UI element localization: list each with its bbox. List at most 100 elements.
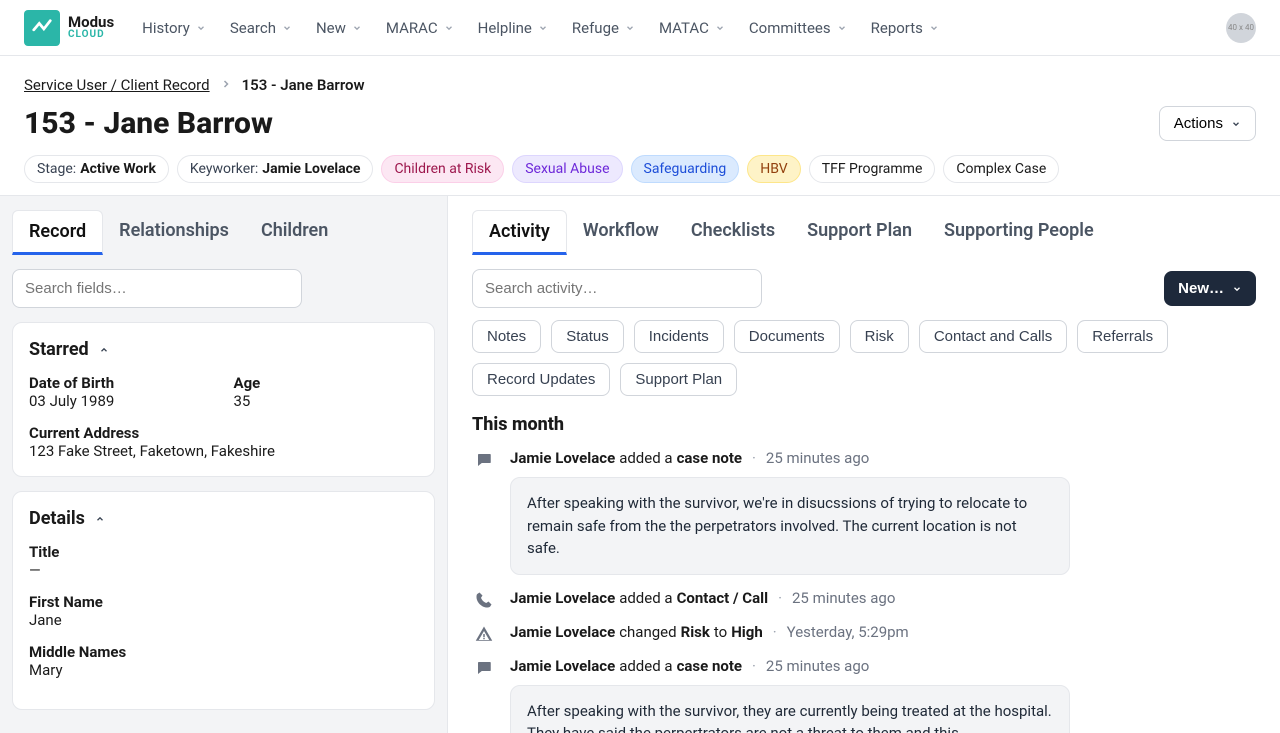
filter-chip-support-plan[interactable]: Support Plan — [620, 363, 737, 396]
chevron-down-icon — [1232, 284, 1242, 294]
activity-section-heading: This month — [472, 414, 1256, 435]
filter-chip-contact-and-calls[interactable]: Contact and Calls — [919, 320, 1067, 353]
case-note-body: After speaking with the survivor, we're … — [510, 477, 1070, 575]
activity-line: Jamie Lovelace added a case note·25 minu… — [510, 657, 1256, 675]
detail-field: Middle NamesMary — [29, 643, 418, 679]
address-field: Current Address 123 Fake Street, Faketow… — [29, 424, 418, 460]
tag-row: Stage: Active Work Keyworker: Jamie Love… — [24, 155, 1256, 183]
flag-tag: TFF Programme — [809, 155, 936, 183]
flag-tag: Sexual Abuse — [512, 155, 622, 183]
nav-item-matac[interactable]: MATAC — [659, 19, 725, 37]
filter-chip-record-updates[interactable]: Record Updates — [472, 363, 610, 396]
logo-mark-icon — [24, 10, 60, 46]
chevron-down-icon — [837, 19, 847, 37]
nav-links: History Search New MARAC Helpline Refuge MATAC… — [142, 19, 1226, 37]
chevron-down-icon — [444, 19, 454, 37]
starred-card: Starred Date of Birth 03 July 1989 Age 3… — [12, 322, 435, 477]
nav-item-new[interactable]: New — [316, 19, 362, 37]
activity-item: Jamie Lovelace added a case note·25 minu… — [472, 657, 1256, 733]
tab-support-plan[interactable]: Support Plan — [791, 210, 928, 255]
breadcrumb-current: 153 - Jane Barrow — [242, 76, 365, 94]
detail-field: Title— — [29, 543, 418, 579]
filter-chip-incidents[interactable]: Incidents — [634, 320, 724, 353]
chevron-down-icon — [352, 19, 362, 37]
chevron-down-icon — [538, 19, 548, 37]
activity-item: Jamie Lovelace added a Contact / Call·25… — [472, 589, 1256, 609]
activity-item: Jamie Lovelace changed Risk to High·Yest… — [472, 623, 1256, 643]
chevron-up-icon — [95, 514, 105, 524]
right-pane: ActivityWorkflowChecklistsSupport PlanSu… — [448, 196, 1280, 733]
nav-item-reports[interactable]: Reports — [871, 19, 939, 37]
new-button[interactable]: New… — [1164, 271, 1256, 306]
breadcrumb: Service User / Client Record 153 - Jane … — [24, 76, 1256, 94]
left-pane: RecordRelationshipsChildren Starred Date… — [0, 196, 448, 733]
main-split: RecordRelationshipsChildren Starred Date… — [0, 195, 1280, 733]
page-header: Service User / Client Record 153 - Jane … — [0, 56, 1280, 195]
search-fields-input[interactable] — [12, 269, 302, 308]
chevron-down-icon — [1231, 119, 1241, 129]
tab-supporting-people[interactable]: Supporting People — [928, 210, 1110, 255]
filter-chip-notes[interactable]: Notes — [472, 320, 541, 353]
filter-chip-risk[interactable]: Risk — [850, 320, 909, 353]
tab-relationships[interactable]: Relationships — [103, 210, 245, 255]
details-card: Details Title— First NameJane Middle Names… — [12, 491, 435, 710]
activity-line: Jamie Lovelace changed Risk to High·Yest… — [510, 623, 1256, 641]
chevron-right-icon — [220, 76, 232, 94]
flag-tag: HBV — [747, 155, 800, 183]
nav-item-search[interactable]: Search — [230, 19, 292, 37]
chevron-down-icon — [282, 19, 292, 37]
nav-item-history[interactable]: History — [142, 19, 206, 37]
stage-tag: Stage: Active Work — [24, 155, 169, 183]
activity-toolbar: New… — [472, 269, 1256, 308]
tab-activity[interactable]: Activity — [472, 210, 567, 255]
left-tabs: RecordRelationshipsChildren — [12, 210, 435, 255]
nav-item-committees[interactable]: Committees — [749, 19, 847, 37]
actions-button-label: Actions — [1174, 115, 1223, 132]
nav-item-helpline[interactable]: Helpline — [478, 19, 548, 37]
tab-workflow[interactable]: Workflow — [567, 210, 675, 255]
flag-tag: Complex Case — [943, 155, 1059, 183]
starred-title: Starred — [29, 339, 89, 360]
activity-line: Jamie Lovelace added a Contact / Call·25… — [510, 589, 1256, 607]
page-title: 153 - Jane Barrow — [24, 106, 273, 141]
details-header[interactable]: Details — [29, 508, 418, 529]
chat-icon — [472, 449, 496, 575]
case-note-body: After speaking with the survivor, they a… — [510, 685, 1070, 733]
dob-field: Date of Birth 03 July 1989 — [29, 374, 214, 410]
activity-item: Jamie Lovelace added a case note·25 minu… — [472, 449, 1256, 575]
keyworker-tag: Keyworker: Jamie Lovelace — [177, 155, 374, 183]
flag-tag: Safeguarding — [631, 155, 740, 183]
nav-item-marac[interactable]: MARAC — [386, 19, 454, 37]
activity-line: Jamie Lovelace added a case note·25 minu… — [510, 449, 1256, 467]
details-title: Details — [29, 508, 85, 529]
chevron-down-icon — [929, 19, 939, 37]
age-field: Age 35 — [234, 374, 419, 410]
activity-filters: Notes Status Incidents Documents Risk Contact… — [472, 320, 1256, 396]
chevron-down-icon — [625, 19, 635, 37]
new-button-label: New… — [1178, 280, 1224, 297]
nav-item-refuge[interactable]: Refuge — [572, 19, 635, 37]
tab-children[interactable]: Children — [245, 210, 344, 255]
filter-chip-referrals[interactable]: Referrals — [1077, 320, 1168, 353]
breadcrumb-root[interactable]: Service User / Client Record — [24, 76, 210, 94]
search-activity-input[interactable] — [472, 269, 762, 308]
top-nav: Modus CLOUD History Search New MARAC Helplin… — [0, 0, 1280, 56]
starred-header[interactable]: Starred — [29, 339, 418, 360]
chat-icon — [472, 657, 496, 733]
tab-record[interactable]: Record — [12, 210, 103, 255]
right-tabs: ActivityWorkflowChecklistsSupport PlanSu… — [472, 210, 1256, 255]
filter-chip-documents[interactable]: Documents — [734, 320, 840, 353]
filter-chip-status[interactable]: Status — [551, 320, 624, 353]
avatar[interactable]: 40 x 40 — [1226, 13, 1256, 43]
chevron-down-icon — [196, 19, 206, 37]
phone-icon — [472, 589, 496, 609]
detail-field: First NameJane — [29, 593, 418, 629]
actions-button[interactable]: Actions — [1159, 106, 1256, 141]
chevron-down-icon — [715, 19, 725, 37]
tab-checklists[interactable]: Checklists — [675, 210, 791, 255]
warn-icon — [472, 623, 496, 643]
activity-list: Jamie Lovelace added a case note·25 minu… — [472, 449, 1256, 733]
chevron-up-icon — [99, 345, 109, 355]
logo[interactable]: Modus CLOUD — [24, 10, 114, 46]
logo-text: Modus CLOUD — [68, 15, 114, 40]
